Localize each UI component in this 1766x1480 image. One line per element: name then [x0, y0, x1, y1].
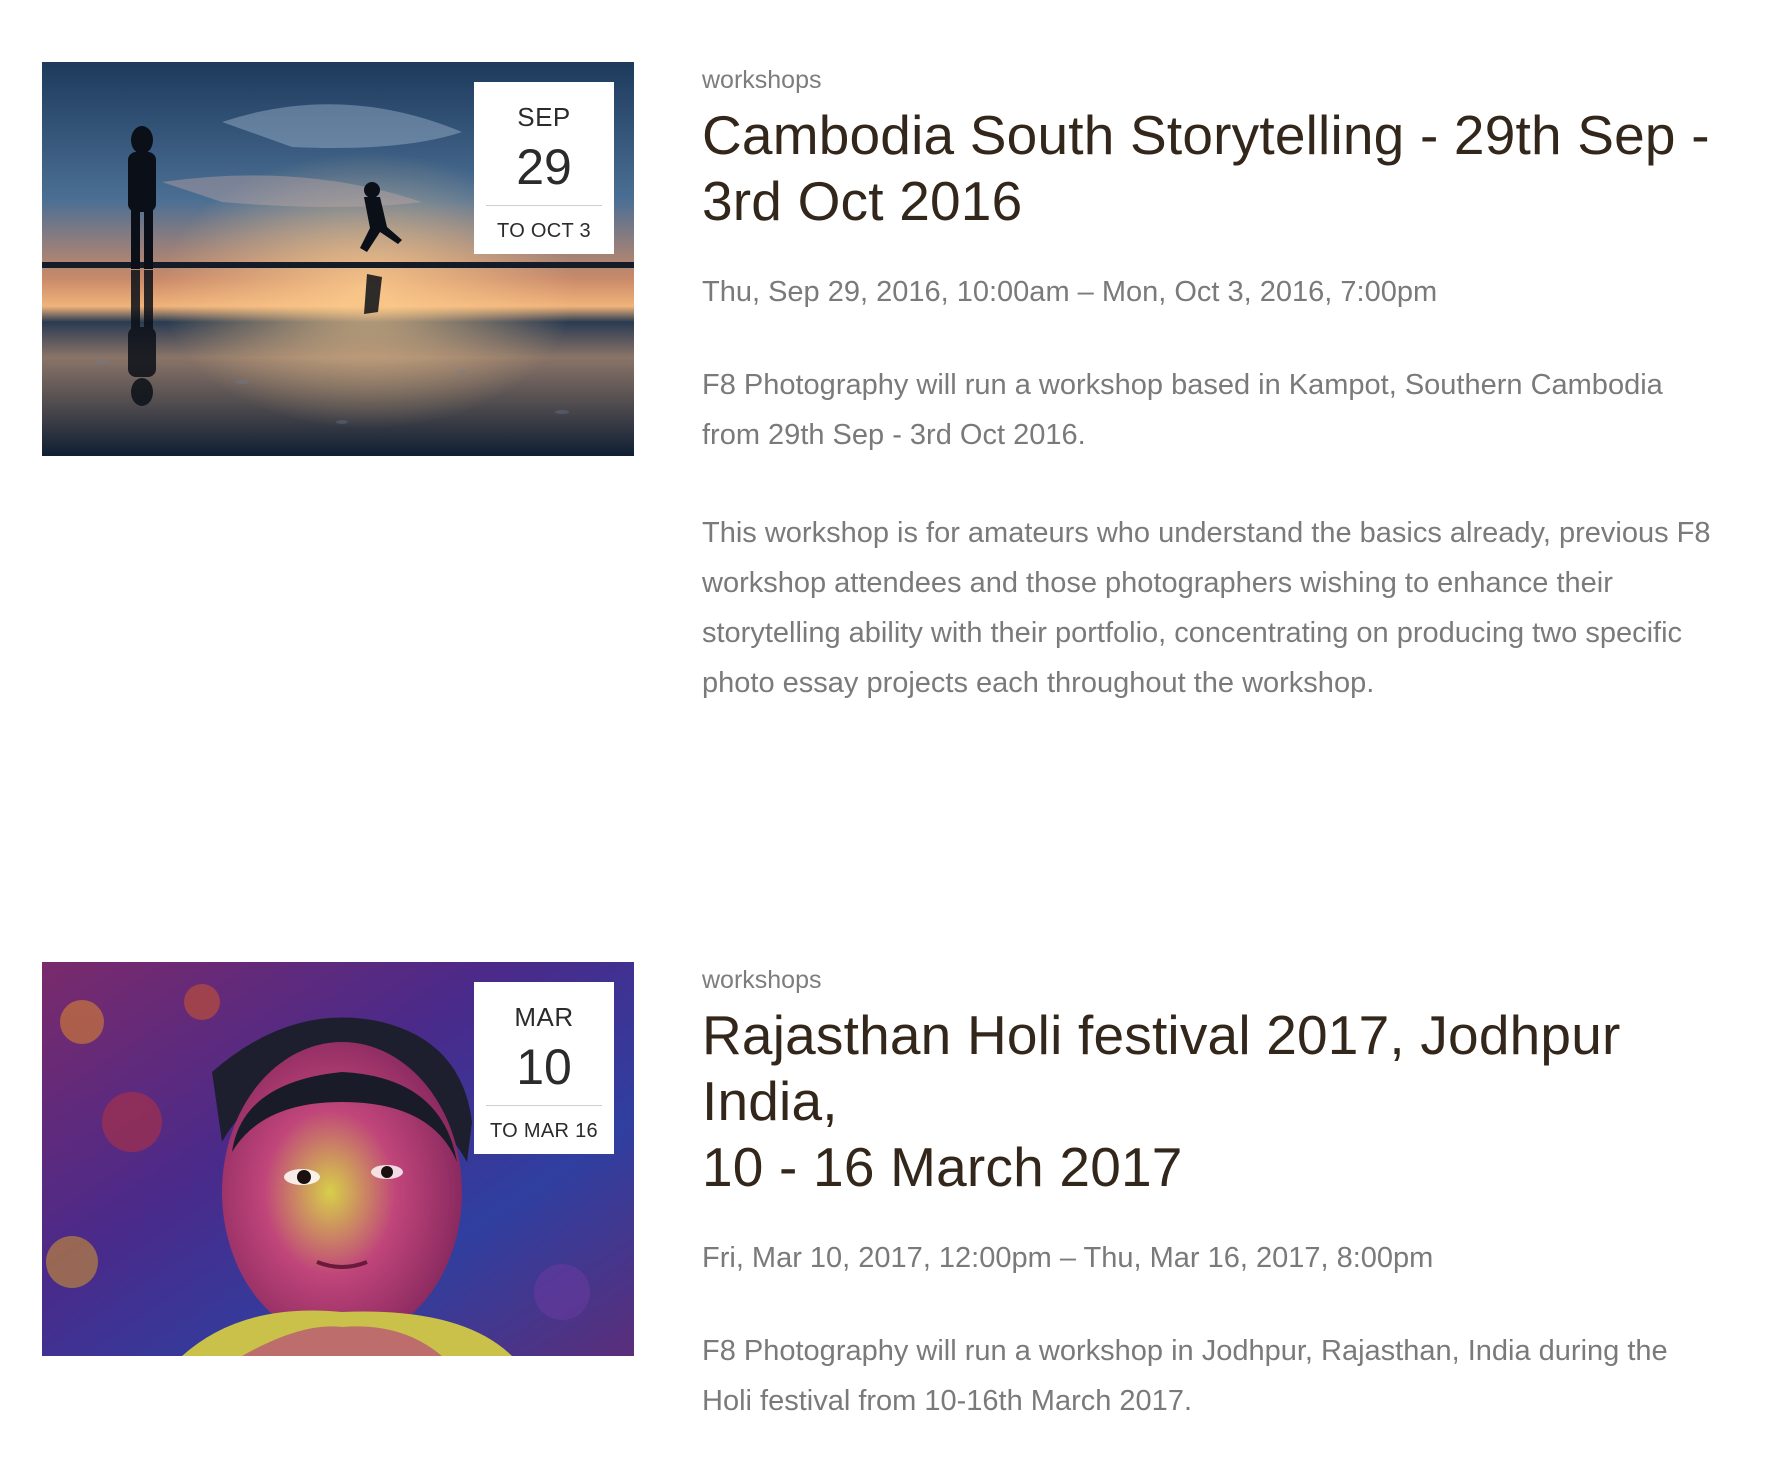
date-month: SEP — [517, 102, 571, 132]
date-divider — [486, 205, 602, 206]
date-day: 29 — [516, 139, 572, 195]
event-title[interactable]: Rajasthan Holi festival 2017, Jodhpur In… — [702, 1002, 1712, 1200]
event-datetime: Fri, Mar 10, 2017, 12:00pm – Thu, Mar 16… — [702, 1242, 1434, 1274]
event-description: F8 Photography will run a workshop based… — [702, 369, 1663, 451]
date-day: 10 — [516, 1039, 572, 1095]
event-content: workshops Cambodia South Storytelling - … — [702, 62, 1712, 708]
event-title-line-1: Rajasthan Holi festival 2017, Jodhpur In… — [702, 1004, 1621, 1132]
event-description: F8 Photography will run a workshop in Jo… — [702, 1335, 1668, 1417]
event-datetime: Thu, Sep 29, 2016, 10:00am – Mon, Oct 3,… — [702, 276, 1438, 308]
event-category[interactable]: workshops — [702, 60, 1712, 100]
date-end: TO OCT 3 — [497, 220, 591, 242]
event-date-badge: MAR 10 TO MAR 16 — [474, 982, 614, 1154]
date-month: MAR — [514, 1002, 574, 1032]
date-end: TO MAR 16 — [490, 1120, 598, 1142]
date-divider — [486, 1105, 602, 1106]
event-description: This workshop is for amateurs who unders… — [702, 517, 1711, 699]
event-title-line-1: Cambodia South Storytelling - 29th Sep - — [702, 104, 1710, 166]
event-title-line-2: 10 - 16 March 2017 — [702, 1136, 1183, 1198]
event-date-badge: SEP 29 TO OCT 3 — [474, 82, 614, 254]
event-content: workshops Rajasthan Holi festival 2017, … — [702, 962, 1712, 1426]
event-title[interactable]: Cambodia South Storytelling - 29th Sep -… — [702, 102, 1712, 234]
event-category[interactable]: workshops — [702, 960, 1712, 1000]
event-title-line-2: 3rd Oct 2016 — [702, 170, 1023, 232]
event-thumbnail[interactable]: SEP 29 TO OCT 3 — [42, 62, 634, 456]
event-thumbnail[interactable]: MAR 10 TO MAR 16 — [42, 962, 634, 1356]
